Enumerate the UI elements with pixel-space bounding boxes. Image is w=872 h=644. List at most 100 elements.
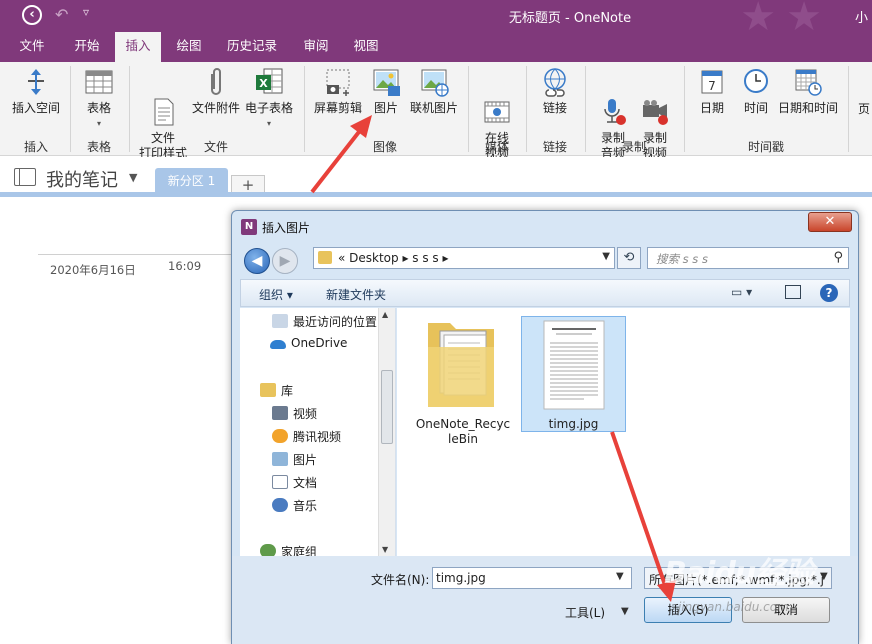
nav-item-homegroup[interactable]: 家庭组 [260, 543, 317, 556]
notebook-icon[interactable] [14, 168, 36, 186]
file-list: OneNote_Recyc leBin timg.jpg [397, 308, 850, 556]
section-color-bar [0, 192, 872, 197]
picture-icon [370, 66, 402, 98]
group-timestamp-label: 时间戳 [747, 140, 784, 154]
dialog-toolbar: 组织 ▾ 新建文件夹 ▭ ▾ ? [240, 279, 850, 307]
tab-file[interactable]: 文件 [10, 32, 54, 62]
video-camera-icon [639, 81, 671, 125]
online-picture-button[interactable]: 联机图片 [406, 66, 462, 116]
tab-view[interactable]: 视图 [343, 32, 389, 62]
search-icon[interactable]: ⚲ [833, 250, 843, 265]
folder-icon [428, 323, 494, 407]
chevron-down-icon[interactable]: ▼ [621, 606, 629, 617]
close-button[interactable]: ✕ [808, 212, 852, 232]
user-name[interactable]: 小 [855, 7, 868, 26]
spreadsheet-button[interactable]: X 电子表格 ▾ [242, 66, 296, 131]
notebook-bar: 我的笔记 ▼ 新分区 1 + [0, 157, 872, 197]
back-button[interactable]: ◀ [244, 248, 270, 274]
chevron-down-icon[interactable]: ▼ [129, 171, 137, 184]
nav-item-pictures[interactable]: 图片 [272, 451, 317, 471]
tab-home[interactable]: 开始 [64, 32, 110, 62]
music-icon [272, 498, 288, 512]
nav-item-onedrive[interactable]: OneDrive [270, 336, 347, 356]
insert-space-button[interactable]: 插入空间 [8, 66, 64, 116]
screen-clipping-button[interactable]: 屏幕剪辑 [310, 66, 366, 116]
date-label: 日期 [699, 101, 724, 115]
baidu-watermark: Baidu经验 [664, 556, 814, 591]
tools-button[interactable]: 工具(L) [565, 604, 605, 621]
picture-button[interactable]: 图片 [368, 66, 404, 116]
preview-pane-icon[interactable] [785, 285, 801, 299]
table-label: 表格 [86, 101, 111, 115]
navigation-pane: 最近访问的位置 OneDrive 库 视频 腾讯视频 图片 文档 音乐 家庭组 [240, 308, 396, 556]
page-templates-button[interactable]: 页 [856, 102, 872, 117]
group-separator [684, 66, 685, 152]
time-button[interactable]: 时间 [736, 66, 776, 116]
tab-insert[interactable]: 插入 [115, 32, 161, 62]
scroll-down-icon[interactable]: ▼ [382, 545, 388, 554]
screen-clipping-icon [322, 66, 354, 98]
tab-history[interactable]: 历史记录 [220, 32, 284, 62]
scroll-up-icon[interactable]: ▲ [382, 310, 388, 319]
file-attachment-label: 文件附件 [191, 101, 240, 115]
group-separator [585, 66, 586, 152]
scroll-thumb[interactable] [381, 370, 393, 444]
tencent-video-icon [272, 429, 288, 443]
nav-item-music[interactable]: 音乐 [272, 497, 317, 517]
file-attachment-button[interactable]: 文件附件 [190, 66, 242, 116]
nav-scrollbar[interactable]: ▲ ▼ [378, 308, 395, 556]
filename-input[interactable]: timg.jpg [432, 567, 632, 589]
group-files-label: 文件 [203, 140, 228, 154]
link-button[interactable]: 链接 [532, 66, 578, 116]
file-item-image-selected[interactable]: timg.jpg [521, 316, 626, 432]
breadcrumb[interactable]: « Desktop ▸ s s s ▸ [338, 251, 449, 265]
menu-bar: 文件 开始 插入 绘图 历史记录 审阅 视图 [0, 32, 872, 62]
customize-quick-access-icon[interactable]: ▿ [83, 5, 89, 19]
ribbon: 插入空间 插入 表格 ▾ 表格 文件 打印样式 文件附件 X 电子表格 ▾ 文件 [0, 62, 872, 160]
forward-button[interactable]: ▶ [272, 248, 298, 274]
group-links-label: 链接 [542, 140, 567, 154]
undo-icon[interactable]: ↶ [55, 5, 68, 24]
help-icon[interactable]: ? [820, 284, 838, 302]
group-separator [129, 66, 130, 152]
window-title: 无标题页 - OneNote [508, 11, 632, 26]
folder-icon [318, 251, 332, 264]
organize-button[interactable]: 组织 ▾ [259, 286, 293, 303]
nav-item-libraries[interactable]: 库 [260, 382, 293, 402]
file-item-folder[interactable]: OneNote_Recyc leBin [413, 317, 513, 447]
online-picture-label: 联机图片 [409, 101, 458, 115]
date-time-button[interactable]: 日期和时间 [776, 66, 840, 116]
nav-item-documents[interactable]: 文档 [272, 474, 317, 494]
onenote-icon: N [241, 219, 257, 235]
page-time: 16:09 [168, 259, 202, 273]
refresh-button[interactable]: ⟲ [617, 247, 641, 269]
address-bar[interactable]: « Desktop ▸ s s s ▸ ▼ [313, 247, 615, 269]
tab-review[interactable]: 审阅 [293, 32, 339, 62]
chevron-down-icon[interactable]: ▼ [820, 571, 828, 582]
paperclip-icon [200, 66, 232, 98]
chevron-down-icon[interactable]: ▼ [616, 571, 624, 582]
nav-item-tencent-video[interactable]: 腾讯视频 [272, 428, 341, 448]
chevron-down-icon[interactable]: ▼ [602, 251, 610, 262]
link-icon [539, 66, 571, 98]
group-separator [468, 66, 469, 152]
link-label: 链接 [542, 101, 567, 115]
group-tables-label: 表格 [86, 140, 111, 154]
new-folder-button[interactable]: 新建文件夹 [326, 286, 386, 303]
excel-icon: X [253, 66, 285, 98]
date-button[interactable]: 7 日期 [692, 66, 732, 116]
nav-item-videos[interactable]: 视频 [272, 405, 317, 425]
back-icon[interactable]: ‹ [22, 5, 42, 25]
group-media-label: 媒体 [484, 140, 509, 154]
search-input[interactable]: 搜索 s s s ⚲ [647, 247, 849, 269]
spreadsheet-label: 电子表格 [244, 101, 293, 115]
notebook-name[interactable]: 我的笔记 [46, 166, 118, 192]
view-options-icon[interactable]: ▭ ▾ [731, 285, 765, 303]
date-time-label: 日期和时间 [777, 101, 838, 115]
group-images-label: 图像 [372, 140, 397, 154]
table-button[interactable]: 表格 ▾ [76, 66, 122, 131]
onedrive-icon [270, 340, 286, 349]
nav-item-recent[interactable]: 最近访问的位置 [272, 313, 377, 333]
tab-draw[interactable]: 绘图 [166, 32, 212, 62]
file-name: timg.jpg [548, 417, 599, 431]
